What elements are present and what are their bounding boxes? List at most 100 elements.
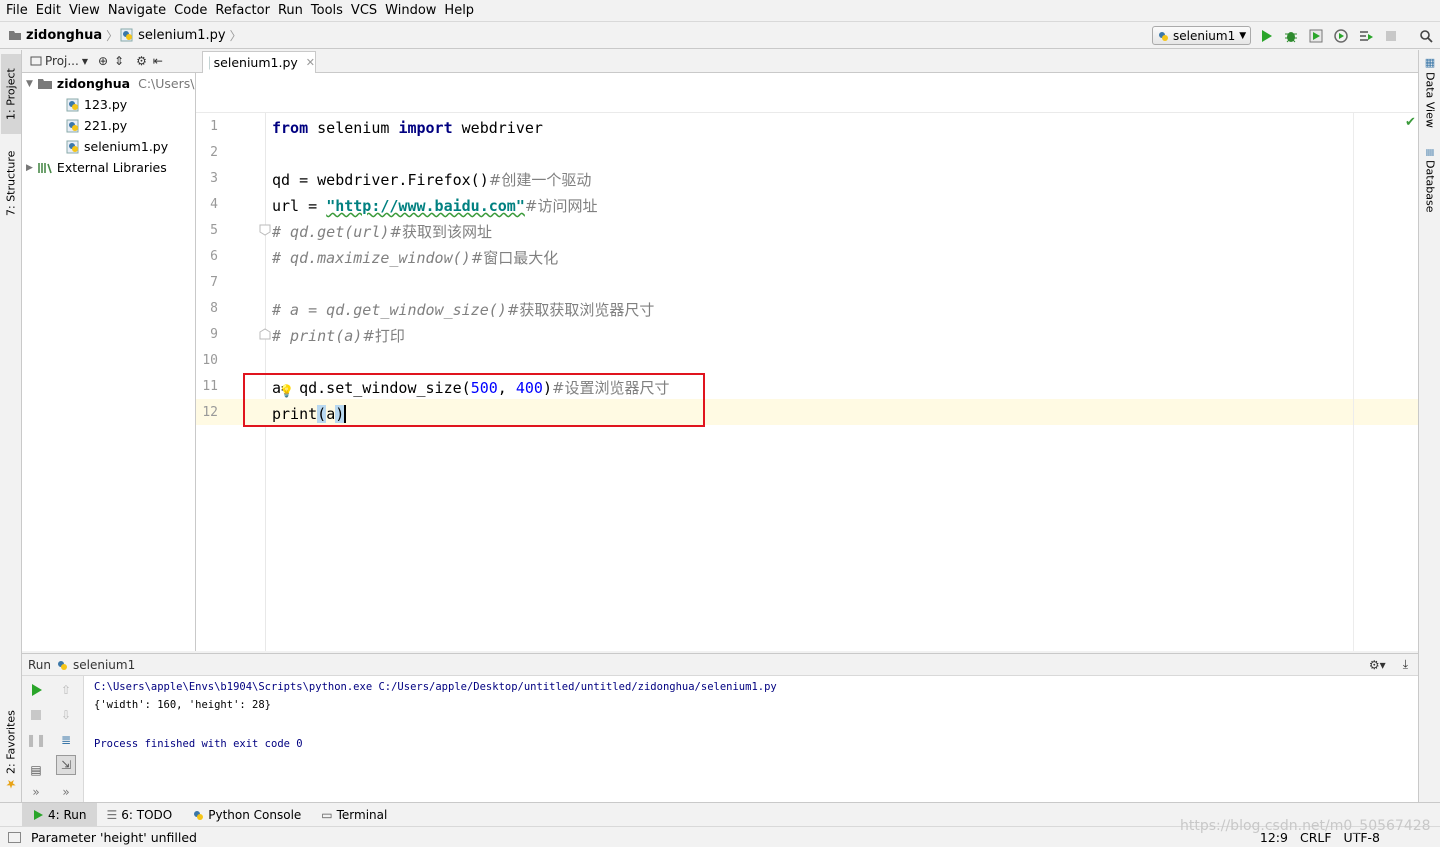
menu-edit[interactable]: Edit <box>32 3 65 18</box>
more-icon: » <box>62 785 70 799</box>
code-comment: # qd.get(url) <box>272 223 390 241</box>
code-comment: #访问网址 <box>524 197 598 215</box>
search-everywhere-button[interactable] <box>1416 26 1436 46</box>
rerun-button[interactable] <box>26 680 46 700</box>
code-line-6: # qd.maximize_window()#窗口最大化 <box>272 245 558 271</box>
stop-button[interactable] <box>1381 26 1401 46</box>
folder-icon <box>37 79 52 89</box>
pause-button[interactable]: ❚❚ <box>26 730 46 750</box>
menu-navigate[interactable]: Navigate <box>104 3 170 18</box>
fold-marker-icon <box>259 224 271 236</box>
menu-bar: File Edit View Navigate Code Refactor Ru… <box>0 0 1440 22</box>
bug-icon <box>1285 32 1297 43</box>
menu-refactor[interactable]: Refactor <box>211 3 274 18</box>
breadcrumb-separator-icon: 〉 <box>229 28 242 43</box>
run-panel-header: Run selenium1 ⚙▾ ⤓ <box>22 653 1418 676</box>
menu-code[interactable]: Code <box>170 3 211 18</box>
breadcrumb-project-label: zidonghua <box>26 27 103 43</box>
todo-icon: ☰ <box>106 807 118 822</box>
scroll-up-button[interactable]: ⇧ <box>56 680 76 700</box>
debug-button[interactable] <box>1281 26 1301 46</box>
menu-window[interactable]: Window <box>381 3 440 18</box>
collapsed-arrow-icon: ▶ <box>26 162 33 173</box>
tree-file-selenium1-py[interactable]: selenium1.py <box>66 136 168 157</box>
layout-button[interactable]: ▤ <box>26 760 46 780</box>
right-tool-strip: ▦ Data View ≣ Database <box>1418 50 1440 802</box>
project-icon <box>30 56 42 66</box>
gear-icon[interactable]: ⚙▾ <box>1369 658 1386 672</box>
code-line-1: from selenium import webdriver <box>272 115 543 141</box>
soft-wrap-button[interactable]: ≣ <box>56 730 76 750</box>
code-string: "http://www.baidu.com" <box>326 197 525 215</box>
tree-external-libraries[interactable]: ▶ External Libraries <box>26 157 167 178</box>
tool-tab-run-label: 4: Run <box>48 807 87 822</box>
tool-tab-structure-label: 7: Structure <box>4 150 18 216</box>
breadcrumb-separator-icon: 〉 <box>106 28 119 43</box>
tool-tab-database[interactable]: ≣ Database <box>1420 148 1440 218</box>
line-number: 3 <box>210 171 218 186</box>
menu-file[interactable]: File <box>2 3 32 18</box>
tree-root-zidonghua[interactable]: ▼ zidonghua C:\Users\a <box>26 73 195 94</box>
tree-file-label: selenium1.py <box>84 139 169 154</box>
tree-file-123-py[interactable]: 123.py <box>66 94 127 115</box>
run-console[interactable]: C:\Users\apple\Envs\b1904\Scripts\python… <box>84 676 1418 802</box>
tool-tab-favorites-label: 2: Favorites <box>4 710 18 775</box>
coverage-button[interactable] <box>1306 26 1326 46</box>
python-file-icon <box>120 28 134 42</box>
code-editor[interactable]: 1 2 3 4 5 6 7 8 9 10 11 12 ✔ from seleni… <box>196 113 1418 651</box>
tool-tab-run[interactable]: 4: Run <box>22 803 97 826</box>
editor-tab-selenium1[interactable]: selenium1.py ✕ <box>202 51 316 73</box>
console-line: {'width': 160, 'height': 28} <box>94 699 272 711</box>
profile-button[interactable] <box>1331 26 1351 46</box>
python-config-icon <box>1157 30 1169 42</box>
line-number: 11 <box>202 379 218 394</box>
scroll-down-button[interactable]: ⇩ <box>56 705 76 725</box>
breadcrumb-project[interactable]: zidonghua <box>8 28 102 43</box>
run-button[interactable] <box>1256 26 1276 46</box>
close-icon[interactable]: ✕ <box>306 56 315 69</box>
collapse-all-icon[interactable]: ⇕ <box>114 54 124 68</box>
run-with-list-button[interactable] <box>1356 26 1376 46</box>
check-icon: ✔ <box>1405 115 1416 130</box>
menu-view[interactable]: View <box>65 3 104 18</box>
arrow-up-icon: ⇧ <box>60 683 72 697</box>
tool-tab-terminal[interactable]: ▭ Terminal <box>311 803 397 826</box>
breadcrumb-file[interactable]: selenium1.py <box>120 28 226 43</box>
code-line-5: # qd.get(url)#获取到该网址 <box>272 219 492 245</box>
gear-icon[interactable]: ⚙ <box>136 54 147 68</box>
hide-panel-icon[interactable]: ⇤ <box>153 54 163 68</box>
hide-panel-icon[interactable]: ⤓ <box>1403 657 1408 672</box>
menu-tools[interactable]: Tools <box>307 3 347 18</box>
menu-vcs[interactable]: VCS <box>347 3 381 18</box>
tool-tab-python-console[interactable]: Python Console <box>182 803 311 826</box>
expanded-arrow-icon: ▼ <box>26 78 33 89</box>
project-view-select[interactable]: Proj... ▼ <box>30 54 88 68</box>
more-actions-button[interactable]: » <box>26 782 46 802</box>
scroll-end-icon: ⇲ <box>60 758 72 772</box>
run-panel-config[interactable]: selenium1 <box>73 658 135 672</box>
python-file-icon <box>209 56 210 69</box>
menu-run[interactable]: Run <box>274 3 307 18</box>
tool-tab-favorites[interactable]: ★ 2: Favorites <box>1 710 21 792</box>
console-line: Process finished with exit code 0 <box>94 738 303 750</box>
tree-external-label: External Libraries <box>56 160 167 175</box>
profile-icon <box>1334 29 1348 43</box>
status-toggle-icon[interactable] <box>8 831 21 843</box>
list-run-icon <box>1360 31 1373 41</box>
python-file-icon <box>66 119 79 132</box>
highlight-annotation-box <box>243 373 705 427</box>
scroll-to-end-button[interactable]: ⇲ <box>56 755 76 775</box>
more-actions-button[interactable]: » <box>56 782 76 802</box>
stop-run-button[interactable] <box>26 705 46 725</box>
stop-icon <box>1386 31 1396 41</box>
locate-icon[interactable]: ⊕ <box>98 54 108 68</box>
run-panel-label: Run <box>28 657 52 672</box>
tree-file-221-py[interactable]: 221.py <box>66 115 127 136</box>
tool-tab-data-view[interactable]: ▦ Data View <box>1420 56 1440 132</box>
tool-tab-project[interactable]: 1: Project <box>1 54 21 134</box>
code-comment: #窗口最大化 <box>470 249 559 267</box>
tool-tab-todo[interactable]: ☰ 6: TODO <box>97 803 183 826</box>
menu-help[interactable]: Help <box>440 3 478 18</box>
tool-tab-structure[interactable]: 7: Structure <box>1 142 21 224</box>
run-configuration-select[interactable]: selenium1 ▼ <box>1152 26 1251 45</box>
